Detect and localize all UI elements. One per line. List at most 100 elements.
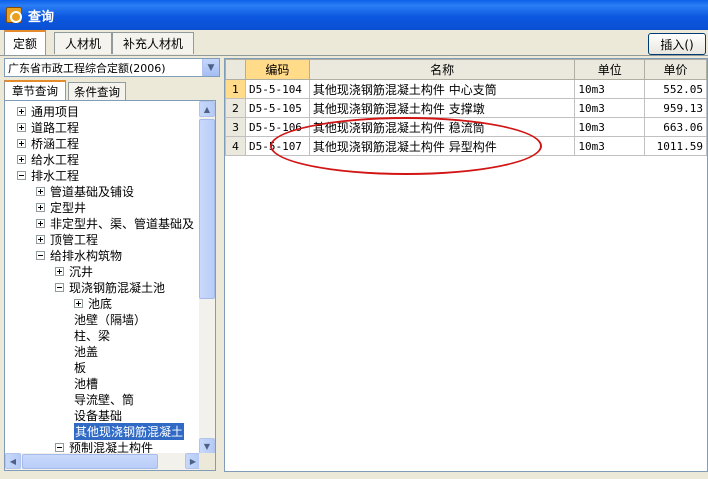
chapter-tree[interactable]: 通用项目 道路工程 桥涵工程 给水工程 排水工程 管道基础及铺设 定型井 非定型井、渠、管道基… — [4, 100, 216, 471]
table-row[interactable]: 2 D5-5-105 其他现浇钢筋混凝土构件 支撑墩 10m3 959.13 — [225, 98, 707, 118]
tree-item[interactable]: 池底 — [74, 295, 112, 311]
cell-price[interactable]: 552.05 — [644, 79, 707, 99]
tree-item-label: 顶管工程 — [50, 232, 99, 247]
window-title: 查询 — [28, 9, 55, 25]
table-row[interactable]: 1 D5-5-104 其他现浇钢筋混凝土构件 中心支筒 10m3 552.05 — [225, 79, 707, 99]
tree-item[interactable]: 其他现浇钢筋混凝土 — [74, 422, 185, 440]
tree-item-label: 其他现浇钢筋混凝土 — [74, 422, 185, 440]
chevron-down-icon[interactable]: ▼ — [202, 59, 219, 76]
cell-unit[interactable]: 10m3 — [574, 98, 646, 118]
tree-item-label: 给水工程 — [31, 152, 80, 167]
tree-item[interactable]: 现浇钢筋混凝土池 — [55, 279, 165, 295]
cell-code[interactable]: D5-5-105 — [244, 98, 310, 118]
tree-item[interactable]: 排水工程 — [17, 167, 79, 183]
cell-name[interactable]: 其他现浇钢筋混凝土构件 支撑墩 — [308, 98, 576, 118]
cell-unit[interactable]: 10m3 — [574, 79, 646, 99]
column-header-name[interactable]: 名称 — [308, 59, 576, 80]
tree-horizontal-scroll-thumb[interactable] — [22, 454, 158, 469]
tree-item-label: 板 — [74, 360, 87, 375]
expand-plus-icon[interactable] — [36, 218, 45, 228]
cell-price[interactable]: 1011.59 — [644, 136, 707, 156]
tree-item[interactable]: 池槽 — [74, 375, 98, 391]
scroll-down-icon[interactable]: ▼ — [199, 438, 215, 454]
tree-item-label: 池盖 — [74, 344, 99, 359]
tree-item[interactable]: 通用项目 — [17, 103, 79, 119]
tree-item[interactable]: 板 — [74, 359, 86, 375]
tree-item[interactable]: 桥涵工程 — [17, 135, 79, 151]
tree-item[interactable]: 给排水构筑物 — [36, 247, 122, 263]
tree-item[interactable]: 给水工程 — [17, 151, 79, 167]
app-icon — [6, 7, 22, 23]
tree-item[interactable]: 设备基础 — [74, 407, 122, 423]
cell-code[interactable]: D5-5-104 — [244, 79, 310, 99]
tree-item-label: 柱、梁 — [74, 328, 111, 343]
expand-plus-icon[interactable] — [36, 202, 45, 212]
cell-name[interactable]: 其他现浇钢筋混凝土构件 中心支筒 — [308, 79, 576, 99]
collapse-minus-icon[interactable] — [36, 250, 45, 260]
tree-item[interactable]: 池盖 — [74, 343, 98, 359]
tree-vertical-scroll-thumb[interactable] — [199, 119, 215, 299]
expand-plus-icon[interactable] — [55, 266, 64, 276]
table-row[interactable]: 3 D5-5-106 其他现浇钢筋混凝土构件 稳流筒 10m3 663.06 — [225, 117, 707, 137]
tree-item[interactable]: 管道基础及铺设 — [36, 183, 134, 199]
tree-item-label: 定型井 — [50, 200, 87, 215]
tree-item[interactable]: 顶管工程 — [36, 231, 98, 247]
tree-item[interactable]: 道路工程 — [17, 119, 79, 135]
tree-item-label: 池槽 — [74, 376, 99, 391]
column-header-unit[interactable]: 单位 — [574, 59, 646, 80]
window-title-bar[interactable]: 查询 — [0, 0, 708, 30]
scroll-left-icon[interactable]: ◀ — [5, 453, 21, 469]
tree-item[interactable]: 非定型井、渠、管道基础及 — [36, 215, 194, 231]
quota-library-select[interactable]: 广东省市政工程综合定额(2006) ▼ — [4, 58, 220, 77]
collapse-minus-icon[interactable] — [55, 282, 64, 292]
row-number: 3 — [225, 117, 246, 137]
tree-item[interactable]: 沉井 — [55, 263, 93, 279]
table-row[interactable]: 4 D5-5-107 其他现浇钢筋混凝土构件 异型构件 10m3 1011.59 — [225, 136, 707, 156]
row-number: 4 — [225, 136, 246, 156]
expand-plus-icon[interactable] — [17, 106, 26, 116]
tree-item[interactable]: 定型井 — [36, 199, 86, 215]
row-number: 1 — [225, 79, 246, 99]
cell-unit[interactable]: 10m3 — [574, 136, 646, 156]
tree-item[interactable]: 池壁（隔墙） — [74, 311, 146, 327]
row-number: 2 — [225, 98, 246, 118]
tree-vertical-scrollbar[interactable]: ▲ ▼ — [199, 101, 215, 454]
cell-price[interactable]: 663.06 — [644, 117, 707, 137]
tab-divider — [0, 55, 708, 56]
tree-item-label: 给排水构筑物 — [50, 248, 123, 263]
cell-code[interactable]: D5-5-107 — [244, 136, 310, 156]
column-header-code[interactable]: 编码 — [244, 59, 310, 80]
expand-plus-icon[interactable] — [17, 138, 26, 148]
tree-item[interactable]: 导流壁、筒 — [74, 391, 134, 407]
tree-item-label: 通用项目 — [31, 104, 80, 119]
tab-chapter-search[interactable]: 章节查询 — [4, 80, 66, 100]
collapse-minus-icon[interactable] — [17, 170, 26, 180]
tree-item-label: 非定型井、渠、管道基础及 — [50, 216, 195, 231]
expand-plus-icon[interactable] — [17, 122, 26, 132]
tree-horizontal-scrollbar[interactable]: ◀ ▶ — [5, 453, 201, 470]
collapse-minus-icon[interactable] — [55, 442, 64, 452]
cell-price[interactable]: 959.13 — [644, 98, 707, 118]
expand-plus-icon[interactable] — [36, 234, 45, 244]
scrollbar-corner — [199, 453, 215, 470]
tree-item[interactable]: 柱、梁 — [74, 327, 110, 343]
tree-item-label: 导流壁、筒 — [74, 392, 135, 407]
cell-code[interactable]: D5-5-106 — [244, 117, 310, 137]
tree-item-label: 沉井 — [69, 264, 94, 279]
expand-plus-icon[interactable] — [74, 298, 83, 308]
tab-labor-material-machine[interactable]: 人材机 — [54, 32, 112, 54]
expand-plus-icon[interactable] — [17, 154, 26, 164]
main-tab-bar: 定额 人材机 补充人材机 — [0, 30, 708, 56]
cell-name[interactable]: 其他现浇钢筋混凝土构件 稳流筒 — [308, 117, 576, 137]
column-header-price[interactable]: 单价 — [644, 59, 707, 80]
quota-results-grid[interactable]: 编码 名称 单位 单价 1 D5-5-104 其他现浇钢筋混凝土构件 中心支筒 … — [224, 58, 708, 472]
cell-unit[interactable]: 10m3 — [574, 117, 646, 137]
tab-quota[interactable]: 定额 — [4, 30, 46, 55]
cell-name[interactable]: 其他现浇钢筋混凝土构件 异型构件 — [308, 136, 576, 156]
tab-condition-search[interactable]: 条件查询 — [68, 82, 126, 100]
expand-plus-icon[interactable] — [36, 186, 45, 196]
tab-supplement-labor-material-machine[interactable]: 补充人材机 — [112, 32, 194, 54]
insert-button[interactable]: 插入() — [648, 33, 706, 55]
scroll-up-icon[interactable]: ▲ — [199, 101, 215, 117]
tree-item-label: 排水工程 — [31, 168, 80, 183]
